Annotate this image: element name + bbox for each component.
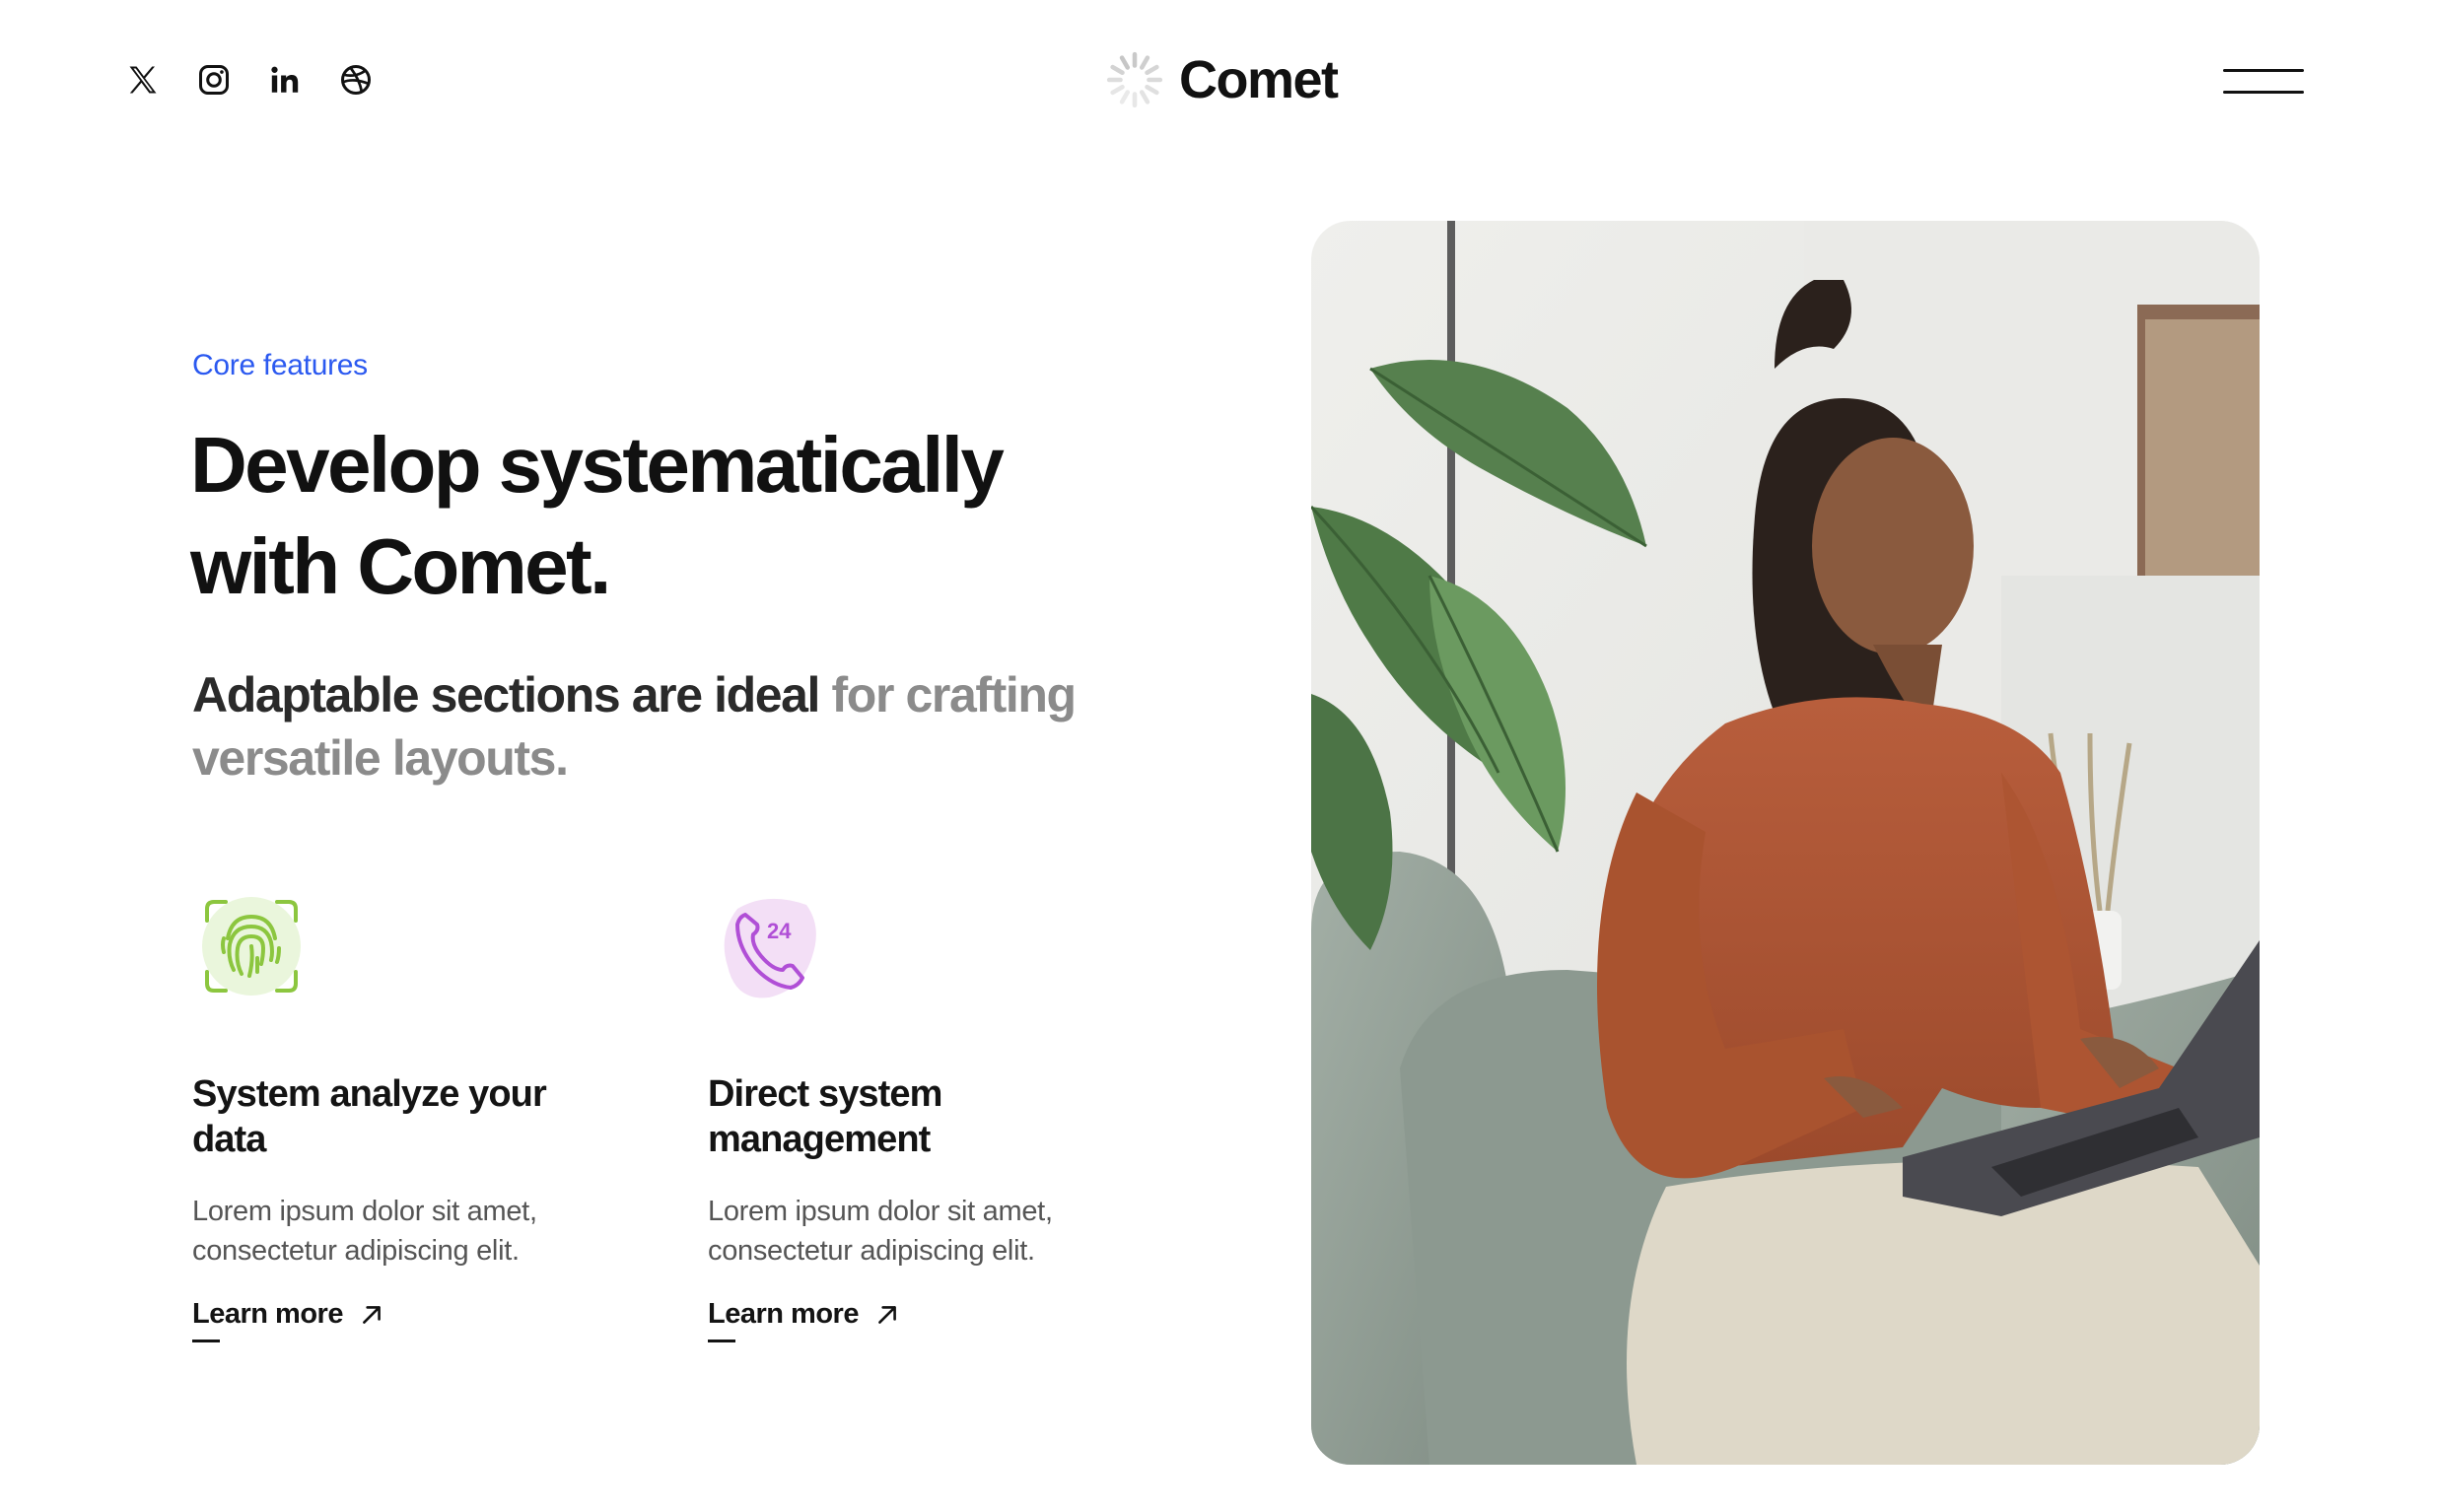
learn-more-label: Learn more <box>192 1298 343 1330</box>
dribbble-icon[interactable] <box>337 61 375 99</box>
feature-card-management: 24 Direct system management Lorem ipsum … <box>708 887 1132 1342</box>
learn-more-link[interactable]: Learn more <box>192 1298 384 1342</box>
subheadline-emphasis: Adaptable sections are ideal <box>192 667 820 722</box>
fingerprint-scan-icon <box>202 897 301 996</box>
brand-name: Comet <box>1179 50 1339 109</box>
headline-line-2: with Comet. <box>190 522 611 610</box>
linkedin-icon[interactable] <box>266 61 304 99</box>
phone-24-support-icon: 24 <box>724 898 816 998</box>
feature-title: Direct system management <box>708 1073 942 1160</box>
social-links <box>124 61 375 99</box>
svg-text:24: 24 <box>767 919 792 943</box>
subheadline: Adaptable sections are ideal for craftin… <box>192 663 1139 790</box>
headline-line-1: Develop systematically <box>190 421 1005 509</box>
feature-description: Lorem ipsum dolor sit amet, consectetur … <box>192 1196 537 1267</box>
hamburger-menu-icon[interactable] <box>2223 67 2304 97</box>
instagram-icon[interactable] <box>195 61 233 99</box>
feature-title: System analyze your data <box>192 1073 547 1160</box>
menu-line-bottom <box>2223 91 2304 94</box>
learn-more-label: Learn more <box>708 1298 859 1330</box>
page: Comet Core features Develop systematical… <box>0 0 2437 1512</box>
menu-line-top <box>2223 69 2304 72</box>
feature-card-analyze: System analyze your data Lorem ipsum dol… <box>192 887 616 1342</box>
x-twitter-icon[interactable] <box>124 61 162 99</box>
page-title: Develop systematically with Comet. <box>190 414 1176 617</box>
section-eyebrow: Core features <box>192 349 368 381</box>
woman-with-laptop-photo <box>1311 221 2260 1465</box>
arrow-up-right-icon <box>363 1305 381 1324</box>
arrow-up-right-icon <box>878 1305 896 1324</box>
feature-description: Lorem ipsum dolor sit amet, consectetur … <box>708 1196 1053 1267</box>
brand-logo[interactable]: Comet <box>1104 49 1339 110</box>
learn-more-link[interactable]: Learn more <box>708 1298 900 1342</box>
comet-spinner-logo-icon <box>1106 51 1163 108</box>
